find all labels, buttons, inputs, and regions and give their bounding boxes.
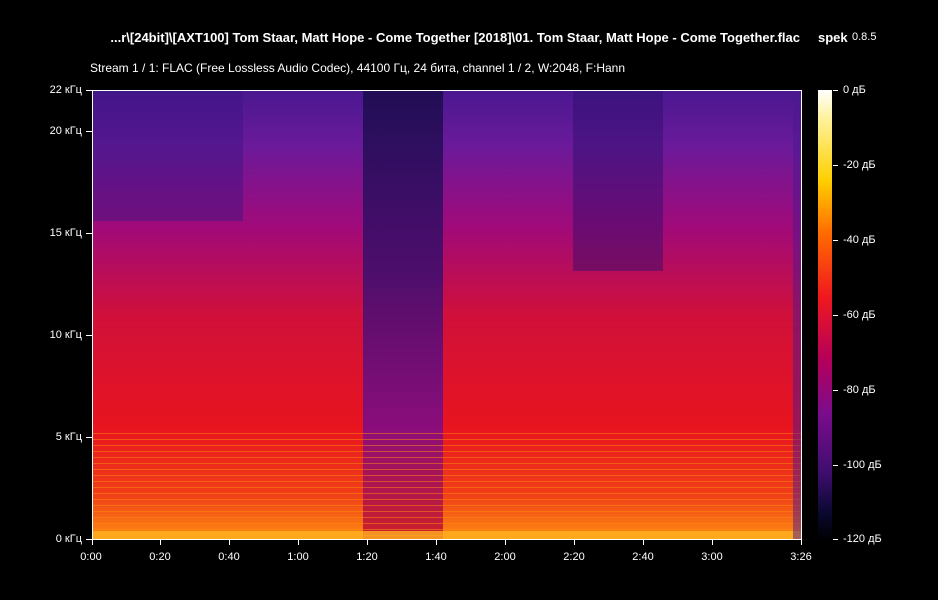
y-label-22: 22 кГц xyxy=(49,84,82,96)
x-label-3-26: 3:26 xyxy=(790,551,812,563)
y-tick xyxy=(86,90,92,91)
y-label-15: 15 кГц xyxy=(49,227,82,239)
x-label-2-00: 2:00 xyxy=(494,551,516,563)
db-tick xyxy=(833,539,838,540)
x-label-0-20: 0:20 xyxy=(149,551,171,563)
db-tick xyxy=(833,165,838,166)
x-label-0-00: 0:00 xyxy=(80,551,102,563)
x-label-1-00: 1:00 xyxy=(287,551,309,563)
x-tick xyxy=(436,540,437,545)
db-tick xyxy=(833,465,838,466)
x-tick xyxy=(643,540,644,545)
x-tick xyxy=(712,540,713,545)
x-tick xyxy=(160,540,161,545)
x-tick xyxy=(92,540,93,545)
y-label-0: 0 кГц xyxy=(55,533,82,545)
y-tick xyxy=(86,131,92,132)
spectrogram-plot[interactable] xyxy=(92,90,802,540)
db-label-minus120: -120 дБ xyxy=(843,533,882,545)
x-tick xyxy=(298,540,299,545)
x-label-2-20: 2:20 xyxy=(563,551,585,563)
window-title: ...r\[24bit]\[AXT100] Tom Staar, Matt Ho… xyxy=(0,30,938,48)
x-label-3-00: 3:00 xyxy=(701,551,723,563)
db-label-0: 0 дБ xyxy=(843,84,866,96)
db-label-minus100: -100 дБ xyxy=(843,459,882,471)
x-tick xyxy=(229,540,230,545)
x-label-2-40: 2:40 xyxy=(632,551,654,563)
y-tick xyxy=(86,233,92,234)
db-tick xyxy=(833,240,838,241)
x-label-0-40: 0:40 xyxy=(218,551,240,563)
x-label-1-20: 1:20 xyxy=(356,551,378,563)
x-tick xyxy=(367,540,368,545)
y-label-10: 10 кГц xyxy=(49,329,82,341)
db-tick xyxy=(833,390,838,391)
stream-info: Stream 1 / 1: FLAC (Free Lossless Audio … xyxy=(90,61,626,75)
y-tick xyxy=(86,437,92,438)
db-label-minus60: -60 дБ xyxy=(843,309,876,321)
x-label-1-40: 1:40 xyxy=(425,551,447,563)
y-label-5: 5 кГц xyxy=(55,431,82,443)
x-tick xyxy=(574,540,575,545)
spectrogram-image xyxy=(93,91,801,539)
db-tick xyxy=(833,90,838,91)
app-name: spek xyxy=(818,30,848,45)
y-label-20: 20 кГц xyxy=(49,125,82,137)
x-tick xyxy=(801,540,802,545)
y-tick xyxy=(86,335,92,336)
db-label-minus20: -20 дБ xyxy=(843,159,876,171)
db-label-minus80: -80 дБ xyxy=(843,384,876,396)
db-tick xyxy=(833,315,838,316)
db-label-minus40: -40 дБ xyxy=(843,234,876,246)
x-tick xyxy=(505,540,506,545)
file-path-title: ...r\[24bit]\[AXT100] Tom Staar, Matt Ho… xyxy=(110,30,800,45)
db-colorbar xyxy=(818,90,832,540)
app-version: 0.8.5 xyxy=(852,31,877,43)
